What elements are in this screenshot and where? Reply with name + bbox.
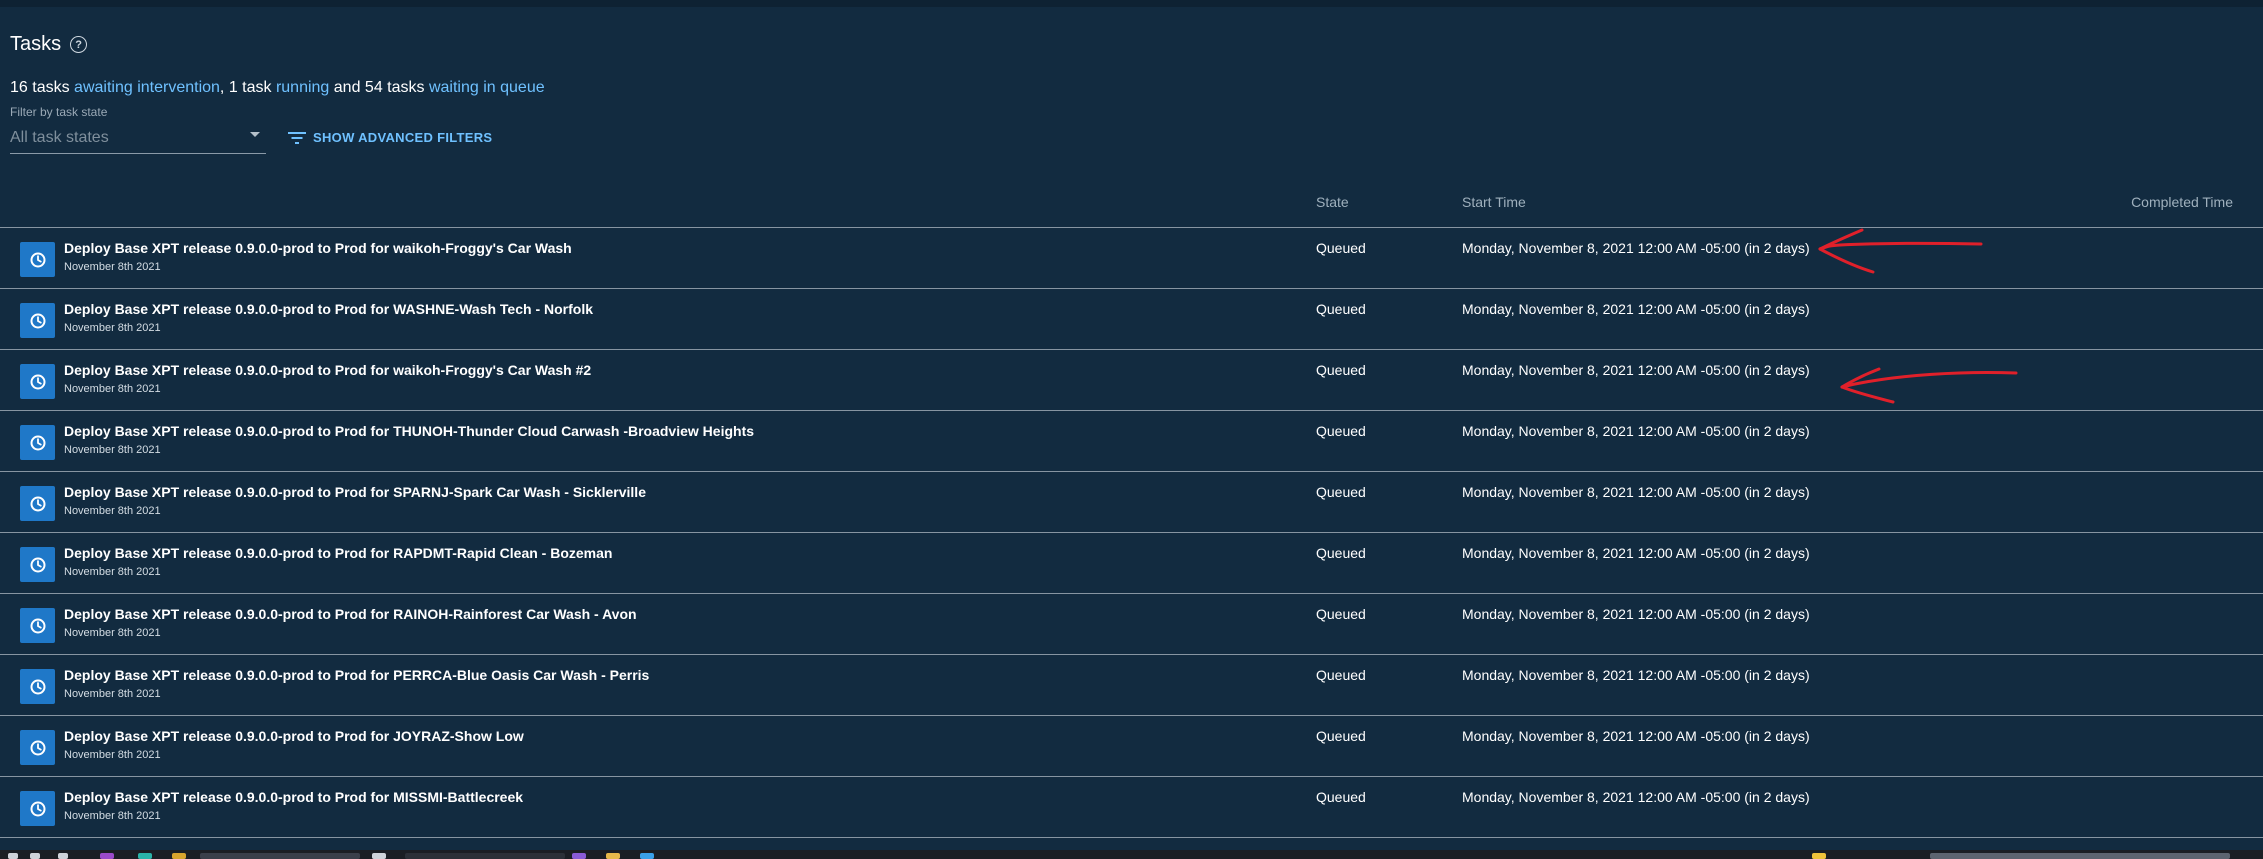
dropdown-caret-icon xyxy=(250,132,260,137)
taskbar-active-window[interactable] xyxy=(200,853,360,859)
task-view-icon[interactable] xyxy=(58,853,68,859)
task-date: November 8th 2021 xyxy=(64,566,161,578)
clock-icon xyxy=(20,608,55,643)
filter-label: Filter by task state xyxy=(10,105,108,119)
clock-icon xyxy=(20,547,55,582)
task-date: November 8th 2021 xyxy=(64,749,161,761)
task-row[interactable]: Deploy Base XPT release 0.9.0.0-prod to … xyxy=(0,472,2263,533)
task-state: Queued xyxy=(1316,423,1366,439)
task-start-time: Monday, November 8, 2021 12:00 AM -05:00… xyxy=(1462,606,1810,622)
task-row[interactable]: Deploy Base XPT release 0.9.0.0-prod to … xyxy=(0,350,2263,411)
task-title: Deploy Base XPT release 0.9.0.0-prod to … xyxy=(64,301,593,317)
search-icon[interactable] xyxy=(30,853,40,859)
task-date: November 8th 2021 xyxy=(64,627,161,639)
task-start-time: Monday, November 8, 2021 12:00 AM -05:00… xyxy=(1462,789,1810,805)
top-bar xyxy=(0,0,2263,7)
task-title: Deploy Base XPT release 0.9.0.0-prod to … xyxy=(64,484,646,500)
column-header-state[interactable]: State xyxy=(1316,194,1349,210)
task-date: November 8th 2021 xyxy=(64,322,161,334)
taskbar-app-icon[interactable] xyxy=(372,853,386,859)
clock-icon xyxy=(20,425,55,460)
task-row[interactable]: Deploy Base XPT release 0.9.0.0-prod to … xyxy=(0,777,2263,838)
clock-icon xyxy=(20,669,55,704)
task-date: November 8th 2021 xyxy=(64,444,161,456)
page-header: Tasks ? xyxy=(10,33,88,56)
task-state: Queued xyxy=(1316,484,1366,500)
help-icon[interactable]: ? xyxy=(70,36,88,53)
clock-icon xyxy=(20,303,55,338)
task-title: Deploy Base XPT release 0.9.0.0-prod to … xyxy=(64,362,592,378)
taskbar-app-icon[interactable] xyxy=(100,853,114,859)
task-state: Queued xyxy=(1316,240,1366,256)
task-state: Queued xyxy=(1316,362,1366,378)
task-summary: 16 tasks awaiting intervention, 1 task r… xyxy=(10,79,545,97)
task-row[interactable]: Deploy Base XPT release 0.9.0.0-prod to … xyxy=(0,411,2263,472)
task-row[interactable]: Deploy Base XPT release 0.9.0.0-prod to … xyxy=(0,594,2263,655)
clock-icon xyxy=(20,364,55,399)
column-header-completed-time[interactable]: Completed Time xyxy=(2131,194,2233,210)
filter-list-icon xyxy=(288,131,306,144)
task-state-select-value: All task states xyxy=(10,129,109,146)
task-start-time: Monday, November 8, 2021 12:00 AM -05:00… xyxy=(1462,728,1810,744)
taskbar-app-icon[interactable] xyxy=(640,853,654,859)
task-start-time: Monday, November 8, 2021 12:00 AM -05:00… xyxy=(1462,545,1810,561)
task-date: November 8th 2021 xyxy=(64,261,161,273)
taskbar-window[interactable] xyxy=(405,853,565,859)
task-title: Deploy Base XPT release 0.9.0.0-prod to … xyxy=(64,545,613,561)
task-state: Queued xyxy=(1316,667,1366,683)
task-state-select[interactable]: All task states xyxy=(10,124,266,154)
task-title: Deploy Base XPT release 0.9.0.0-prod to … xyxy=(64,667,650,683)
task-date: November 8th 2021 xyxy=(64,810,161,822)
task-row[interactable]: Deploy Base XPT release 0.9.0.0-prod to … xyxy=(0,289,2263,350)
task-state: Queued xyxy=(1316,301,1366,317)
awaiting-intervention-link[interactable]: awaiting intervention xyxy=(74,79,220,96)
task-row[interactable]: Deploy Base XPT release 0.9.0.0-prod to … xyxy=(0,228,2263,289)
task-state: Queued xyxy=(1316,606,1366,622)
waiting-in-queue-link[interactable]: waiting in queue xyxy=(429,79,545,96)
clock-icon xyxy=(20,486,55,521)
taskbar-app-icon[interactable] xyxy=(606,853,620,859)
task-date: November 8th 2021 xyxy=(64,383,161,395)
task-date: November 8th 2021 xyxy=(64,688,161,700)
task-title: Deploy Base XPT release 0.9.0.0-prod to … xyxy=(64,606,637,622)
task-start-time: Monday, November 8, 2021 12:00 AM -05:00… xyxy=(1462,667,1810,683)
taskbar-app-icon[interactable] xyxy=(172,853,186,859)
clock-icon xyxy=(20,730,55,765)
task-title: Deploy Base XPT release 0.9.0.0-prod to … xyxy=(64,728,524,744)
task-start-time: Monday, November 8, 2021 12:00 AM -05:00… xyxy=(1462,484,1810,500)
queue-count: and 54 tasks xyxy=(333,79,425,96)
column-header-start-time[interactable]: Start Time xyxy=(1462,194,1526,210)
task-start-time: Monday, November 8, 2021 12:00 AM -05:00… xyxy=(1462,362,1810,378)
system-tray[interactable] xyxy=(1930,853,2230,859)
show-advanced-filters-label: SHOW ADVANCED FILTERS xyxy=(313,130,493,145)
show-advanced-filters-button[interactable]: SHOW ADVANCED FILTERS xyxy=(288,130,492,145)
task-start-time: Monday, November 8, 2021 12:00 AM -05:00… xyxy=(1462,240,1810,256)
task-row[interactable]: Deploy Base XPT release 0.9.0.0-prod to … xyxy=(0,716,2263,777)
task-state: Queued xyxy=(1316,728,1366,744)
task-title: Deploy Base XPT release 0.9.0.0-prod to … xyxy=(64,789,524,805)
task-title: Deploy Base XPT release 0.9.0.0-prod to … xyxy=(64,423,755,439)
task-state: Queued xyxy=(1316,789,1366,805)
clock-icon xyxy=(20,791,55,826)
taskbar-app-icon[interactable] xyxy=(138,853,152,859)
task-start-time: Monday, November 8, 2021 12:00 AM -05:00… xyxy=(1462,301,1810,317)
task-row[interactable]: Deploy Base XPT release 0.9.0.0-prod to … xyxy=(0,655,2263,716)
weather-icon[interactable] xyxy=(1812,853,1826,859)
task-start-time: Monday, November 8, 2021 12:00 AM -05:00… xyxy=(1462,423,1810,439)
task-row[interactable]: Deploy Base XPT release 0.9.0.0-prod to … xyxy=(0,533,2263,594)
intervention-count: 16 tasks xyxy=(10,79,70,96)
running-link[interactable]: running xyxy=(276,79,329,96)
task-title: Deploy Base XPT release 0.9.0.0-prod to … xyxy=(64,240,572,256)
taskbar-app-icon[interactable] xyxy=(572,853,586,859)
start-button[interactable] xyxy=(8,853,18,859)
summary-separator: , 1 task xyxy=(219,79,272,96)
task-state: Queued xyxy=(1316,545,1366,561)
task-date: November 8th 2021 xyxy=(64,505,161,517)
clock-icon xyxy=(20,242,55,277)
page-title: Tasks xyxy=(10,33,62,55)
os-taskbar xyxy=(0,850,2263,859)
